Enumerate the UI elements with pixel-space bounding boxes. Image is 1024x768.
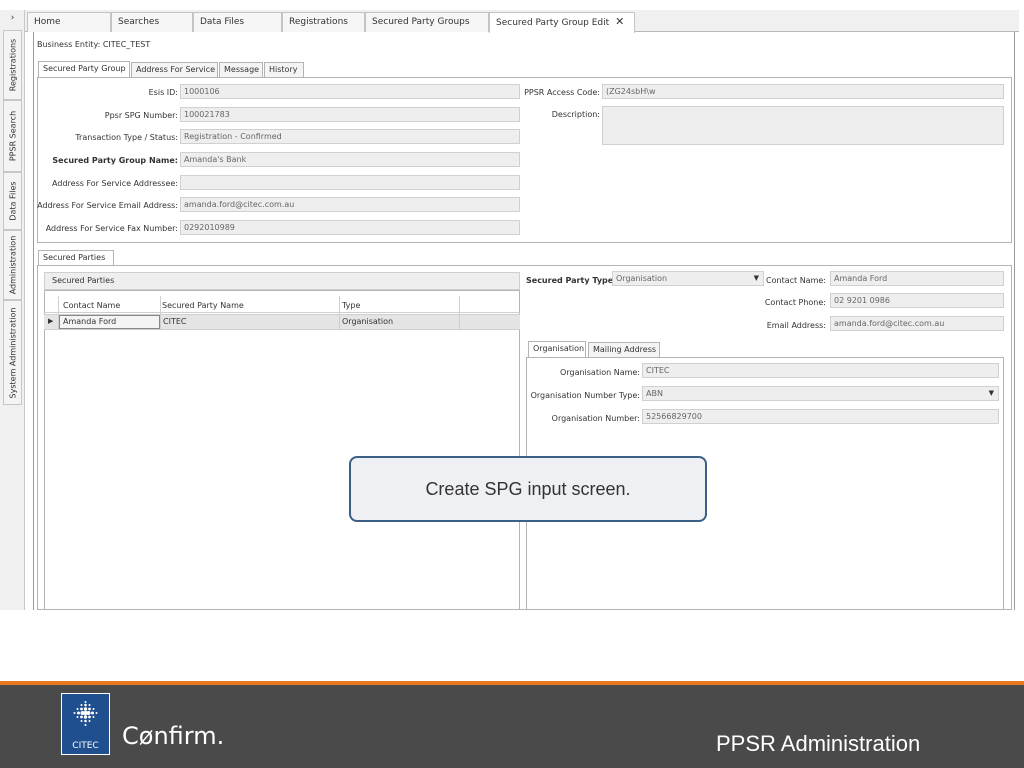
org-name-label: Organisation Name: — [560, 368, 640, 377]
tab-secured-parties[interactable]: Secured Parties — [38, 250, 114, 266]
tab-label: Secured Party Group Edit — [496, 18, 610, 28]
ppsr-spg-number-label: Ppsr SPG Number: — [104, 111, 178, 120]
transaction-field[interactable]: Registration - Confirmed — [180, 129, 520, 144]
tab-registrations[interactable]: Registrations — [282, 12, 365, 32]
tab-data-files[interactable]: Data Files — [193, 12, 282, 32]
contact-phone-field[interactable]: 02 9201 0986 — [830, 293, 1004, 308]
column-contact-name[interactable]: Contact Name — [63, 301, 120, 310]
logo-text: CITEC — [72, 741, 99, 751]
close-icon[interactable]: ✕ — [615, 15, 624, 28]
description-field[interactable] — [602, 106, 1004, 145]
citec-logo: CITEC — [61, 693, 110, 755]
secured-party-type-value: Organisation — [616, 274, 668, 283]
secured-party-type-select[interactable]: Organisation ▼ — [612, 271, 764, 286]
sidebar-tab-data-files[interactable]: Data Files — [3, 172, 22, 230]
contact-name-label: Contact Name: — [766, 276, 826, 285]
grid-title: Secured Parties — [44, 272, 520, 290]
contact-name-field[interactable]: Amanda Ford — [830, 271, 1004, 286]
access-code-label: PPSR Access Code: — [524, 88, 600, 97]
grid-col-divider — [459, 296, 460, 330]
org-number-type-label: Organisation Number Type: — [530, 391, 640, 400]
afs-fax-label: Address For Service Fax Number: — [45, 224, 178, 233]
sidebar-tab-system-administration[interactable]: System Administration — [3, 300, 22, 405]
footer-title: PPSR Administration — [716, 731, 921, 756]
ppsr-spg-number-field[interactable]: 100021783 — [180, 107, 520, 122]
transaction-label: Transaction Type / Status: — [75, 133, 178, 142]
confirm-brand: Cønfirm. — [122, 722, 225, 750]
afs-addressee-field[interactable] — [180, 175, 520, 190]
tab-home[interactable]: Home — [27, 12, 111, 32]
row-selected-icon: ▶ — [48, 317, 54, 325]
tab-secured-party-groups[interactable]: Secured Party Groups — [365, 12, 489, 32]
email-address-field[interactable]: amanda.ford@citec.com.au — [830, 316, 1004, 331]
cell-secured-party-name[interactable]: CITEC — [163, 317, 186, 326]
afs-addressee-label: Address For Service Addressee: — [52, 179, 178, 188]
afs-email-field[interactable]: amanda.ford@citec.com.au — [180, 197, 520, 212]
column-type[interactable]: Type — [342, 301, 360, 310]
grid-col-divider — [160, 296, 161, 330]
sidebar-tab-registrations[interactable]: Registrations — [3, 30, 22, 100]
sidebar-tab-ppsr-search[interactable]: PPSR Search — [3, 100, 22, 172]
tab-history[interactable]: History — [264, 62, 304, 77]
org-number-label: Organisation Number: — [551, 414, 640, 423]
org-number-field[interactable]: 52566829700 — [642, 409, 999, 424]
afs-fax-field[interactable]: 0292010989 — [180, 220, 520, 235]
tab-searches[interactable]: Searches — [111, 12, 193, 32]
grid-header-divider — [44, 312, 520, 313]
tab-secured-party-group[interactable]: Secured Party Group — [38, 61, 130, 77]
tab-secured-party-group-edit[interactable]: Secured Party Group Edit ✕ — [489, 12, 635, 33]
tab-message[interactable]: Message — [219, 62, 263, 77]
sidebar-tab-administration[interactable]: Administration — [3, 230, 22, 300]
grid-col-divider — [339, 296, 340, 330]
chevron-down-icon: ▼ — [988, 389, 994, 397]
tab-mailing-address[interactable]: Mailing Address — [588, 342, 660, 357]
tab-organisation[interactable]: Organisation — [528, 341, 586, 357]
org-number-type-value: ABN — [646, 389, 663, 398]
secured-party-type-label: Secured Party Type: — [526, 276, 617, 285]
column-secured-party-name[interactable]: Secured Party Name — [162, 301, 244, 310]
esis-id-label: Esis ID: — [148, 88, 178, 97]
business-entity-label: Business Entity: CITEC_TEST — [37, 40, 151, 49]
access-code-field[interactable]: (ZG24sbH\w — [602, 84, 1004, 99]
esis-id-field[interactable]: 1000106 — [180, 84, 520, 99]
grid-col-divider — [58, 296, 59, 330]
dot-grid-icon — [73, 701, 98, 726]
top-tab-strip: Home Searches Data Files Registrations S… — [25, 10, 1019, 33]
description-label: Description: — [551, 110, 600, 119]
expand-sidebar-icon[interactable]: › — [0, 10, 25, 26]
afs-email-label: Address For Service Email Address: — [37, 201, 178, 210]
chevron-down-icon: ▼ — [753, 274, 759, 282]
callout-box: Create SPG input screen. — [349, 456, 707, 522]
spg-name-field[interactable]: Amanda's Bank — [180, 152, 520, 167]
secured-parties-grid — [44, 290, 520, 610]
org-name-field[interactable]: CITEC — [642, 363, 999, 378]
email-address-label: Email Address: — [766, 321, 826, 330]
cell-contact-name[interactable]: Amanda Ford — [59, 315, 160, 329]
org-number-type-select[interactable]: ABN ▼ — [642, 386, 999, 401]
spg-name-label: Secured Party Group Name: — [52, 156, 178, 165]
cell-type[interactable]: Organisation — [342, 317, 393, 326]
vertical-sidebar: › Registrations PPSR Search Data Files A… — [0, 10, 25, 610]
contact-phone-label: Contact Phone: — [764, 298, 826, 307]
tab-address-for-service[interactable]: Address For Service — [131, 62, 218, 77]
